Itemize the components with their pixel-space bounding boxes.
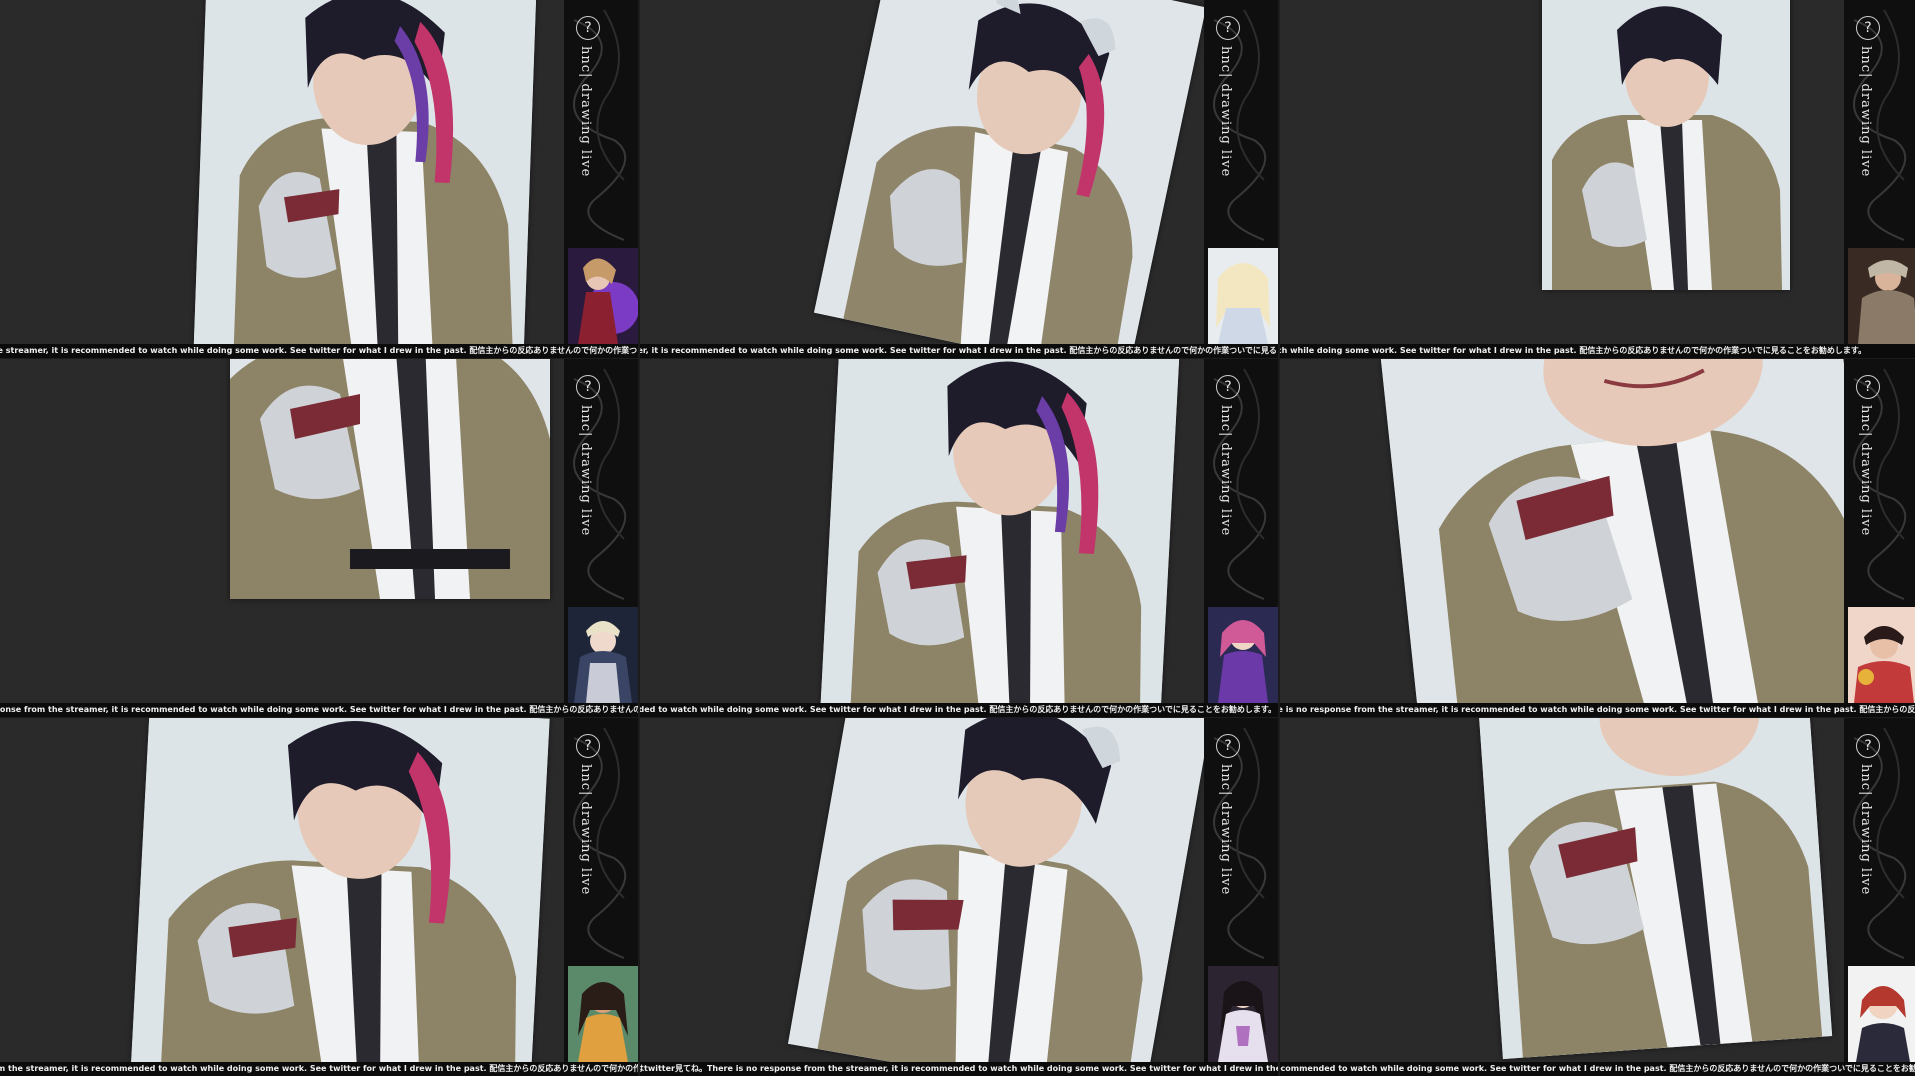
channel-title: hnc| drawing live	[578, 764, 593, 896]
channel-swirl-icon	[1213, 368, 1267, 600]
channel-swirl-icon	[573, 9, 627, 241]
channel-title: hnc| drawing live	[1218, 405, 1233, 537]
artwork	[193, 0, 537, 344]
ticker-bar: 過去描いたものはtwitter見てね。There is no response …	[0, 344, 638, 358]
character-thumbnail	[1848, 607, 1915, 703]
artwork	[1542, 0, 1790, 290]
channel-sidebar: ? hnc| drawing live	[1204, 718, 1278, 1062]
video-frame-grid: ? hnc| drawing live 過去描いたものはtwitter見てね。T…	[0, 0, 1915, 1076]
artwork	[813, 0, 1204, 344]
channel-title: hnc| drawing live	[1218, 46, 1233, 178]
character-thumbnail	[568, 248, 638, 344]
channel-swirl-icon	[573, 727, 627, 959]
video-frame-4: ? hnc| drawing live 過去描いたものはtwitter見てね。T…	[0, 359, 638, 717]
drawing-canvas[interactable]	[640, 0, 1204, 344]
character-thumbnail	[568, 607, 638, 703]
ticker-bar: 過去描いたものはtwitter見てね。There is no response …	[1280, 703, 1915, 717]
channel-sidebar: ? hnc| drawing live	[1844, 0, 1915, 344]
drawing-canvas[interactable]	[640, 718, 1204, 1062]
artwork	[820, 359, 1180, 703]
channel-sidebar: ? hnc| drawing live	[564, 359, 638, 703]
drawing-canvas[interactable]	[0, 0, 564, 344]
channel-swirl-icon	[1213, 727, 1267, 959]
artwork	[130, 718, 550, 1062]
drawing-canvas[interactable]	[1280, 359, 1844, 703]
ticker-bar: 過去描いたものはtwitter見てね。There is no response …	[0, 703, 638, 717]
help-icon[interactable]: ?	[576, 375, 600, 399]
video-frame-2: ? hnc| drawing live 過去描いたものはtwitter見てね。T…	[640, 0, 1278, 358]
character-thumbnail	[1848, 248, 1915, 344]
video-frame-8: ? hnc| drawing live 過去描いたものはtwitter見てね。T…	[640, 718, 1278, 1076]
help-icon[interactable]: ?	[576, 16, 600, 40]
channel-sidebar: ? hnc| drawing live	[1204, 359, 1278, 703]
ticker-bar: 過去描いたものはtwitter見てね。There is no response …	[1280, 1062, 1915, 1076]
channel-title: hnc| drawing live	[578, 46, 593, 178]
channel-sidebar: ? hnc| drawing live	[564, 0, 638, 344]
channel-swirl-icon	[1853, 9, 1907, 241]
help-icon[interactable]: ?	[1216, 734, 1240, 758]
character-thumbnail	[1208, 966, 1278, 1062]
character-thumbnail	[1208, 248, 1278, 344]
drawing-canvas[interactable]	[640, 359, 1204, 703]
channel-sidebar: ? hnc| drawing live	[1204, 0, 1278, 344]
artwork	[230, 359, 550, 599]
character-thumbnail	[1848, 966, 1915, 1062]
video-frame-5: ? hnc| drawing live 過去描いたものはtwitter見てね。T…	[640, 359, 1278, 717]
ticker-bar: 過去描いたものはtwitter見てね。There is no response …	[640, 344, 1278, 358]
help-icon[interactable]: ?	[1216, 16, 1240, 40]
video-frame-3: ? hnc| drawing live 過去描いたものはtwitter見てね。T…	[1280, 0, 1915, 358]
artwork	[1380, 359, 1844, 703]
video-frame-6: ? hnc| drawing live 過去描いたものはtwitter見てね。T…	[1280, 359, 1915, 717]
channel-title: hnc| drawing live	[1858, 405, 1873, 537]
ticker-bar: 過去描いたものはtwitter見てね。There is no response …	[640, 1062, 1278, 1076]
channel-swirl-icon	[1853, 368, 1907, 600]
channel-title: hnc| drawing live	[1858, 764, 1873, 896]
character-thumbnail	[568, 966, 638, 1062]
drawing-canvas[interactable]	[0, 359, 564, 703]
drawing-canvas[interactable]	[1280, 0, 1844, 344]
artwork	[1477, 718, 1833, 1060]
drawing-canvas[interactable]	[1280, 718, 1844, 1062]
help-icon[interactable]: ?	[576, 734, 600, 758]
channel-title: hnc| drawing live	[1858, 46, 1873, 178]
channel-title: hnc| drawing live	[1218, 764, 1233, 896]
channel-sidebar: ? hnc| drawing live	[1844, 359, 1915, 703]
channel-title: hnc| drawing live	[578, 405, 593, 537]
video-frame-9: ? hnc| drawing live 過去描いたものはtwitter見てね。T…	[1280, 718, 1915, 1076]
channel-sidebar: ? hnc| drawing live	[1844, 718, 1915, 1062]
ticker-bar: 過去描いたものはtwitter見てね。There is no response …	[0, 1062, 638, 1076]
help-icon[interactable]: ?	[1856, 16, 1880, 40]
drawing-canvas[interactable]	[0, 718, 564, 1062]
channel-swirl-icon	[573, 368, 627, 600]
channel-swirl-icon	[1213, 9, 1267, 241]
channel-sidebar: ? hnc| drawing live	[564, 718, 638, 1062]
channel-swirl-icon	[1853, 727, 1907, 959]
character-thumbnail	[1208, 607, 1278, 703]
help-icon[interactable]: ?	[1216, 375, 1240, 399]
artwork	[788, 718, 1204, 1062]
ticker-bar: 過去描いたものはtwitter見てね。There is no response …	[1280, 344, 1915, 358]
video-frame-7: ? hnc| drawing live 過去描いたものはtwitter見てね。T…	[0, 718, 638, 1076]
help-icon[interactable]: ?	[1856, 734, 1880, 758]
video-frame-1: ? hnc| drawing live 過去描いたものはtwitter見てね。T…	[0, 0, 638, 358]
ticker-bar: 過去描いたものはtwitter見てね。There is no response …	[640, 703, 1278, 717]
help-icon[interactable]: ?	[1856, 375, 1880, 399]
